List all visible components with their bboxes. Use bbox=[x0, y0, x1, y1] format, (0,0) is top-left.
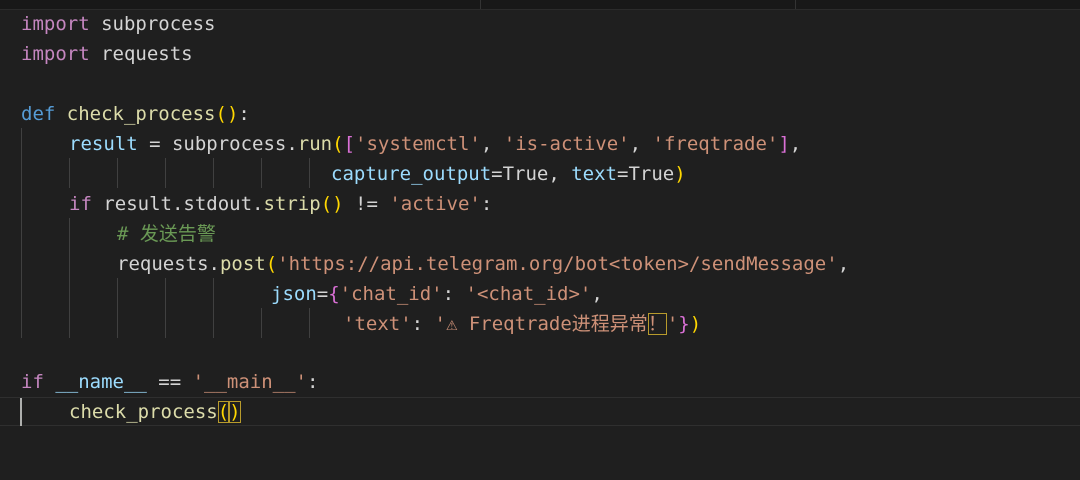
bracket: ) bbox=[229, 401, 241, 423]
operator: = bbox=[316, 283, 329, 305]
code-text: requests. bbox=[117, 253, 220, 275]
punctuation: : bbox=[411, 313, 435, 335]
bracket: ) bbox=[689, 313, 702, 335]
keyword: if bbox=[21, 371, 44, 393]
function-name: post bbox=[219, 253, 266, 275]
operator: == bbox=[146, 371, 193, 393]
string: 'https://api.telegram.org/bot<token>/sen… bbox=[277, 253, 838, 275]
code-text: result.stdout. bbox=[91, 193, 264, 215]
parameter: json bbox=[271, 283, 317, 305]
code-line-6[interactable]: capture_output=True, text=True) bbox=[331, 159, 686, 189]
code-line-13[interactable]: if __name__ == '__main__': bbox=[21, 367, 318, 397]
keyword: import bbox=[21, 13, 90, 35]
bracket: [ bbox=[343, 133, 356, 155]
punctuation: , bbox=[591, 283, 603, 305]
code-line-9[interactable]: requests.post('https://api.telegram.org/… bbox=[117, 249, 849, 279]
parameter: capture_output bbox=[331, 163, 492, 185]
bracket: ( bbox=[332, 133, 344, 155]
indent-guide bbox=[117, 278, 118, 338]
punctuation: , bbox=[480, 133, 504, 155]
string: ' bbox=[666, 313, 679, 335]
indent-guide bbox=[261, 158, 262, 188]
bracket: { bbox=[328, 283, 340, 305]
tab-separator bbox=[795, 0, 796, 9]
code-line-10[interactable]: json={'chat_id': '<chat_id>', bbox=[271, 279, 603, 309]
string: 'text' bbox=[343, 313, 412, 335]
code-line-5[interactable]: result = subprocess.run(['systemctl', 'i… bbox=[69, 129, 801, 159]
punctuation: : bbox=[480, 193, 493, 215]
keyword: def bbox=[21, 103, 56, 125]
string: 'active' bbox=[389, 193, 481, 215]
indent-guide bbox=[21, 128, 22, 338]
tab-separator bbox=[480, 0, 481, 9]
string: '__main__' bbox=[192, 371, 307, 393]
punctuation: : bbox=[307, 371, 319, 393]
code-line-1[interactable]: import subprocess bbox=[21, 9, 215, 39]
punctuation: : bbox=[442, 283, 466, 305]
code-line-14[interactable]: check_process() bbox=[69, 397, 241, 427]
string: 'freqtrade' bbox=[652, 133, 779, 155]
code-text: =True bbox=[617, 163, 675, 185]
bracket: } bbox=[678, 313, 690, 335]
bracket: ] bbox=[778, 133, 790, 155]
keyword: import bbox=[21, 43, 90, 65]
bracket: ) bbox=[674, 163, 686, 185]
punctuation: , bbox=[629, 133, 653, 155]
bracket: ( bbox=[217, 401, 230, 423]
punctuation: , bbox=[789, 133, 802, 155]
code-line-4[interactable]: def check_process(): bbox=[21, 99, 250, 129]
variable: result bbox=[69, 133, 138, 155]
bracket: ) bbox=[226, 103, 239, 125]
parameter: text bbox=[571, 163, 617, 185]
code-line-8[interactable]: # 发送告警 bbox=[117, 219, 216, 249]
indent-guide bbox=[213, 278, 214, 338]
variable: __name__ bbox=[43, 371, 147, 393]
indent-guide bbox=[69, 218, 70, 338]
indent-guide bbox=[69, 158, 70, 188]
string: '<chat_id>' bbox=[465, 283, 592, 305]
keyword: if bbox=[69, 193, 92, 215]
text-cursor bbox=[20, 398, 22, 426]
indent-guide bbox=[213, 158, 214, 188]
indent-guide bbox=[309, 308, 310, 338]
bracket: ( bbox=[265, 253, 278, 275]
indent-guide bbox=[261, 308, 262, 338]
indent-guide bbox=[309, 158, 310, 188]
string: 'chat_id' bbox=[339, 283, 443, 305]
punctuation: : bbox=[238, 103, 250, 125]
indent-guide bbox=[165, 278, 166, 338]
bracket: () bbox=[320, 193, 344, 215]
code-line-11[interactable]: 'text': '⚠ Freqtrade进程异常！'}) bbox=[343, 309, 701, 339]
code-text: =True, bbox=[491, 163, 572, 185]
operator: != bbox=[343, 193, 390, 215]
indent-guide bbox=[117, 158, 118, 188]
string: 'is-active' bbox=[503, 133, 630, 155]
comment: # 发送告警 bbox=[117, 223, 216, 245]
indent-guide bbox=[165, 158, 166, 188]
function-name: strip bbox=[263, 193, 321, 215]
punctuation: , bbox=[837, 253, 850, 275]
function-name: check_process bbox=[55, 103, 216, 125]
code-line-7[interactable]: if result.stdout.strip() != 'active': bbox=[69, 189, 492, 219]
module-name: subprocess bbox=[89, 13, 216, 35]
string: 'systemctl' bbox=[355, 133, 481, 155]
function-name: run bbox=[297, 133, 333, 155]
module-name: requests bbox=[89, 43, 193, 65]
bracket: ( bbox=[215, 103, 227, 125]
function-name: check_process bbox=[69, 401, 218, 423]
highlighted-character: ！ bbox=[647, 313, 667, 335]
code-line-2[interactable]: import requests bbox=[21, 39, 193, 69]
string: '⚠ Freqtrade进程异常 bbox=[434, 313, 648, 335]
code-text: = subprocess. bbox=[137, 133, 298, 155]
